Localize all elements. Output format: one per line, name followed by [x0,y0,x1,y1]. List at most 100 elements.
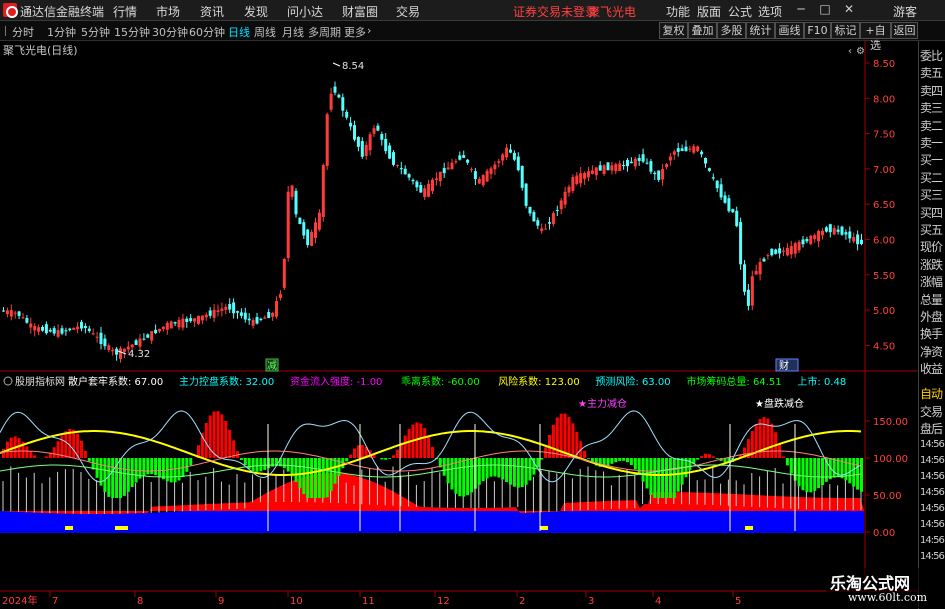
event-marker-finance[interactable]: 财 [775,358,799,372]
indicator-settings-icon[interactable] [3,376,13,386]
indicator-axis-ticks: 150.00 100.00 50.00 0.00 [865,417,908,539]
red-bar [782,456,785,458]
green-bar [384,458,388,460]
side-label: 净资 [920,344,943,359]
green-bar [668,458,672,498]
menu-item-ask[interactable]: 问小达 [287,3,323,20]
red-bar [407,429,411,458]
green-bar [501,458,505,480]
candle-body [692,146,696,153]
menu-item-trade[interactable]: 交易 [396,3,420,20]
candle-body [661,169,665,180]
candle-body [103,338,107,347]
green-bar [844,458,848,481]
candle-body [349,122,353,127]
period-tab-60min[interactable]: 60分钟 [189,24,225,40]
candle-body [462,155,466,158]
period-tab-monthly[interactable]: 月线 [282,24,304,40]
broker-status[interactable]: 证券交易未登录 [513,3,597,20]
menu-item-layout[interactable]: 版面 [697,3,721,20]
candle-body [711,177,715,179]
candlestick-chart-svg[interactable]: 聚飞光电(日线) 8.50 8.00 7.50 7.00 6.50 6.00 5.50 5.0… [0,41,918,609]
time-axis-label: 7 [52,596,58,607]
menu-item-discover[interactable]: 发现 [244,3,268,20]
chart-settings-icon[interactable]: ⚙ [856,46,865,57]
candle-body [856,234,860,245]
period-tab-30min[interactable]: 30分钟 [152,24,188,40]
green-bar [633,458,637,470]
candle-body [360,141,364,157]
candle-body [466,159,470,163]
period-tab-weekly[interactable]: 周线 [254,24,276,40]
candle-body [454,161,458,163]
period-tab-more[interactable]: 更多 [344,24,366,40]
green-bar [470,458,473,493]
red-bars [2,411,785,458]
period-tab-daily[interactable]: 日线 [228,24,250,40]
candle-body [587,171,590,178]
candle-body [72,327,76,330]
green-bar [263,458,267,470]
side-label: 卖五 [920,66,943,81]
green-bar [130,458,134,488]
event-marker-reduce[interactable]: 减 [265,358,279,372]
period-tab-timeshare[interactable]: 分时 [12,24,34,40]
menu-item-wealth[interactable]: 财富圈 [342,3,378,20]
stats-button[interactable]: 统计 [746,22,775,39]
green-bar [450,458,454,490]
candle-body [427,183,431,197]
close-icon[interactable]: ✕ [842,2,856,18]
period-tab-multi[interactable]: 多周期 [308,24,341,40]
period-tab-15min[interactable]: 15分钟 [114,24,150,40]
candle-body [715,180,719,189]
menu-item-news[interactable]: 资讯 [200,3,224,20]
f10-button[interactable]: F10 [804,22,831,39]
menu-item-market[interactable]: 市场 [156,3,180,20]
candle-body [590,170,594,174]
candle-body [99,332,103,345]
chart-collapse-icon[interactable]: ‹ [848,46,852,57]
menu-item-function[interactable]: 功能 [666,3,690,20]
green-bar [789,458,793,474]
green-bar [485,458,489,479]
candle-body [134,340,138,345]
maximize-icon[interactable]: □ [818,2,832,18]
candle-body [520,166,524,188]
mark-button[interactable]: 标记 [831,22,860,39]
back-button[interactable]: 返回 [891,22,918,39]
overlay-button[interactable]: 叠加 [688,22,717,39]
candle-body [403,168,407,175]
candle-body [395,164,399,166]
green-bar [477,458,481,485]
green-bar [380,458,384,460]
multi-stock-button[interactable]: 多股 [717,22,746,39]
candle-body [146,334,150,338]
menu-item-quotes[interactable]: 行情 [113,3,137,20]
candle-body [212,309,216,318]
candle-body [364,145,368,157]
candle-body [637,157,641,161]
add-watchlist-button[interactable]: +自选 [860,22,891,52]
indicator-param-3: 乖离系数: -60.00 [401,375,480,388]
period-tab-1min[interactable]: 1分钟 [47,24,76,40]
candle-body [41,326,44,331]
adjust-button[interactable]: 复权 [659,22,688,39]
menu-item-formula[interactable]: 公式 [728,3,752,20]
candle-body [505,147,509,158]
candle-body [200,315,204,321]
candle-body [317,212,321,230]
green-bar [189,458,193,466]
red-bar [571,423,575,458]
menu-item-options[interactable]: 选项 [758,3,782,20]
green-bar [509,458,512,485]
candle-body [840,226,844,235]
candle-body [37,327,41,332]
minimize-icon[interactable]: ─ [794,2,808,18]
chevron-right-icon[interactable]: › [367,24,371,37]
yellow-mark [65,526,73,530]
green-bar [142,458,146,476]
user-label[interactable]: 游客 [893,3,917,20]
green-bar [805,458,809,493]
draw-line-button[interactable]: 画线 [775,22,804,39]
period-tab-5min[interactable]: 5分钟 [81,24,110,40]
